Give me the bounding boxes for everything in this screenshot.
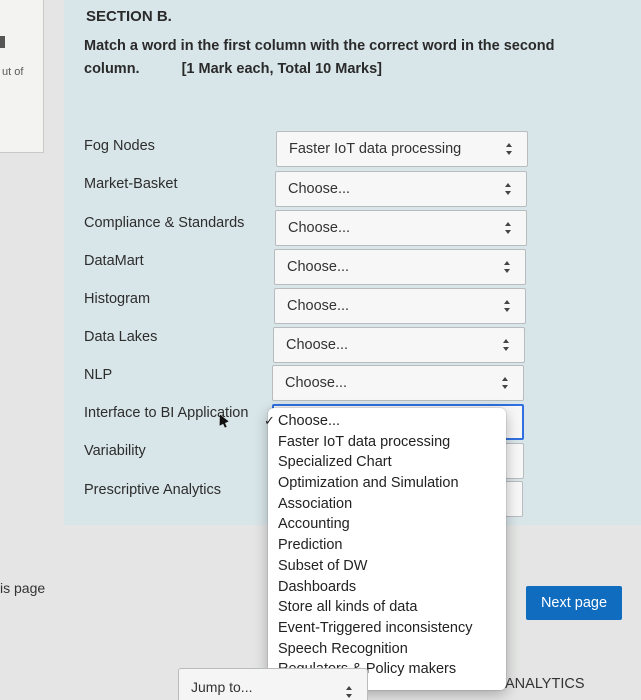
dropdown-option[interactable]: Dashboards (268, 577, 506, 598)
checkmark-icon: ✓ (264, 413, 275, 428)
question-label: Fog Nodes (84, 138, 155, 154)
question-label: Prescriptive Analytics (84, 482, 221, 498)
select-arrows-icon (503, 339, 510, 351)
select-value: Choose... (287, 259, 350, 275)
question-label: NLP (84, 367, 113, 383)
jump-to-select[interactable]: Jump to... (178, 668, 368, 700)
dropdown-option[interactable]: ✓ Choose... (264, 411, 506, 432)
select-value: Choose... (287, 298, 350, 314)
answer-select[interactable]: Choose... (275, 210, 527, 246)
question-label: Variability (84, 443, 146, 459)
select-arrows-icon (504, 261, 511, 273)
jump-to-label: Jump to... (191, 679, 253, 695)
answer-select[interactable]: Faster IoT data processing (276, 131, 528, 167)
instructions: Match a word in the first column with th… (84, 35, 604, 81)
card-marker (0, 36, 5, 48)
question-label: Market-Basket (84, 176, 178, 192)
select-value: Faster IoT data processing (289, 141, 462, 157)
dropdown-option[interactable]: Speech Recognition (268, 639, 506, 660)
dropdown-option[interactable]: Faster IoT data processing (268, 432, 506, 453)
dropdown-option[interactable]: Event-Triggered inconsistency (268, 618, 506, 639)
answer-select[interactable]: Choose... (272, 365, 524, 401)
dropdown-option[interactable]: Accounting (268, 514, 506, 535)
select-value: Choose... (286, 337, 349, 353)
select-arrows-icon (504, 300, 511, 312)
previous-page-link[interactable]: is page (0, 580, 45, 596)
answer-select[interactable]: Choose... (275, 171, 527, 207)
marks-text: [1 Mark each, Total 10 Marks] (181, 61, 382, 77)
answer-select[interactable]: Choose... (274, 249, 526, 285)
dropdown-option[interactable]: Optimization and Simulation (268, 473, 506, 494)
dropdown-option[interactable]: Subset of DW (268, 556, 506, 577)
select-arrows-icon (505, 222, 512, 234)
select-arrows-icon (506, 143, 513, 155)
next-page-button[interactable]: Next page (526, 586, 622, 620)
question-label: Data Lakes (84, 329, 158, 345)
answer-select[interactable]: Choose... (273, 327, 525, 363)
dropdown-option[interactable]: Specialized Chart (268, 452, 506, 473)
out-of-label: ut of (2, 66, 24, 78)
select-value: Choose... (285, 375, 348, 391)
question-label: DataMart (84, 253, 144, 269)
question-label: Histogram (84, 291, 151, 307)
question-label: Compliance & Standards (84, 215, 245, 231)
dropdown-option[interactable]: Prediction (268, 535, 506, 556)
select-value: Choose... (288, 220, 351, 236)
select-value: Choose... (288, 181, 351, 197)
select-arrows-icon (346, 686, 353, 698)
select-arrows-icon (502, 377, 509, 389)
side-summary-card: ut of (0, 0, 44, 153)
dropdown-option[interactable]: Association (268, 494, 506, 515)
dropdown-option[interactable]: Store all kinds of data (268, 597, 506, 618)
select-arrows-icon (505, 183, 512, 195)
select-dropdown-menu: ✓ Choose... Faster IoT data processing S… (264, 408, 506, 690)
next-activity-link[interactable]: ANALYTICS (505, 676, 585, 692)
answer-select[interactable]: Choose... (274, 288, 526, 324)
section-title: SECTION B. (86, 8, 172, 25)
